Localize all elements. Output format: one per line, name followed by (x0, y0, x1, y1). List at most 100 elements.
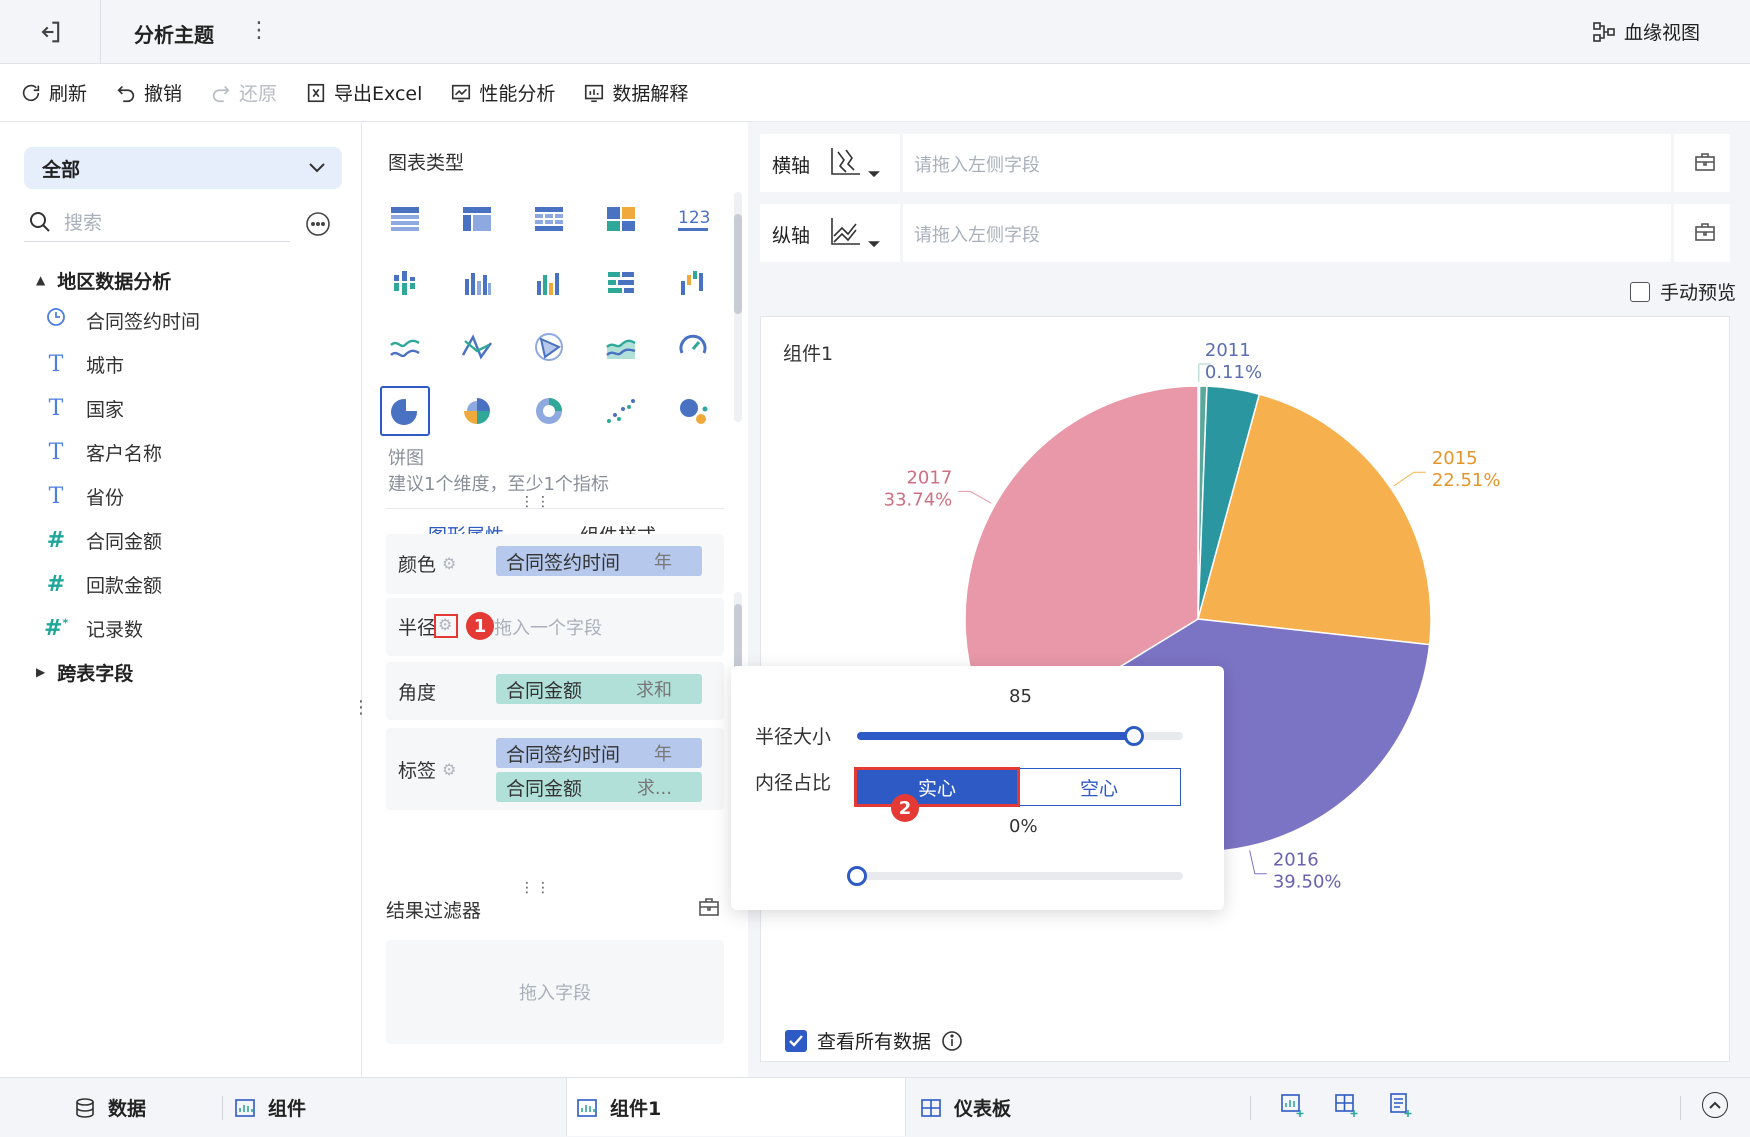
chart-config-panel: 图表类型 123 饼图 建议1个维度，至少1个指标 ⋮⋮ 颜色 ⚙ 合同签约时间… (362, 122, 748, 1077)
manual-preview-checkbox[interactable] (1629, 281, 1650, 302)
text-icon: T (48, 351, 64, 377)
field-item[interactable]: # 回款金额 (36, 562, 336, 606)
data-explain-button[interactable]: 数据解释 (583, 79, 688, 106)
number-indicator-icon[interactable]: 123 (668, 194, 718, 244)
field-item[interactable]: 合同签约时间 (36, 298, 336, 342)
tag-field-pill-2[interactable]: 合同金额 求... (496, 772, 702, 802)
add-report-icon[interactable] (1388, 1092, 1414, 1118)
filter-toolbox-icon[interactable] (698, 896, 720, 918)
rose-chart-icon[interactable] (452, 386, 502, 436)
radius-gear-icon[interactable]: ⚙ (438, 615, 452, 634)
inner-ratio-slider[interactable] (847, 866, 1183, 886)
field-item[interactable]: T 城市 (36, 342, 336, 386)
field-item[interactable]: T 省份 (36, 474, 336, 518)
y-axis-chart-icon[interactable] (828, 216, 884, 250)
add-dashboard-icon[interactable] (1334, 1092, 1360, 1118)
view-all-label: 查看所有数据 (817, 1031, 932, 1053)
kpi-card-icon[interactable] (596, 194, 646, 244)
line-chart-icon[interactable] (380, 322, 430, 372)
dataset-dropdown[interactable]: 全部 (24, 147, 342, 189)
data-tab[interactable]: 数据 (74, 1094, 146, 1121)
field-label: 合同签约时间 (86, 310, 201, 333)
field-item[interactable]: T 客户名称 (36, 430, 336, 474)
detail-table-icon[interactable] (524, 194, 574, 244)
radius-size-slider[interactable] (857, 726, 1183, 746)
waterfall-chart-icon[interactable] (668, 258, 718, 308)
y-axis-drop-placeholder[interactable]: 请拖入左侧字段 (914, 221, 1040, 247)
scatter-chart-icon[interactable] (596, 386, 646, 436)
grouped-bar-icon[interactable] (380, 258, 430, 308)
dashboard-tab[interactable]: 仪表板 (920, 1094, 1011, 1121)
area-chart-icon[interactable] (596, 322, 646, 372)
number-icon: # (46, 571, 66, 597)
bottom-tab-bar: 数据 组件 组件1 仪表板 (0, 1077, 1750, 1137)
axis-divider (1671, 204, 1674, 262)
add-component-icon[interactable] (1280, 1092, 1306, 1118)
slider-handle[interactable] (847, 866, 867, 886)
field-label: 记录数 (86, 618, 144, 641)
view-all-data-toggle[interactable]: 查看所有数据 (785, 1027, 963, 1054)
field-item[interactable]: T 国家 (36, 386, 336, 430)
tab-separator (1250, 1096, 1251, 1120)
field-item[interactable]: # 合同金额 (36, 518, 336, 562)
gauge-chart-icon[interactable] (668, 322, 718, 372)
gear-icon[interactable]: ⚙ (442, 554, 456, 573)
radar-chart-icon[interactable] (524, 322, 574, 372)
cross-table-icon[interactable] (452, 194, 502, 244)
component-tab[interactable]: 组件 (234, 1094, 306, 1121)
tag-field-agg-2: 求... (636, 778, 672, 799)
redo-icon (212, 85, 230, 102)
slider-fill (857, 732, 1135, 740)
more-options-icon[interactable] (304, 210, 332, 238)
collapse-up-icon[interactable] (1702, 1092, 1728, 1118)
donut-chart-icon[interactable] (524, 386, 574, 436)
slice-percent-label: 22.51% (1432, 470, 1501, 491)
scrollbar-thumb[interactable] (734, 214, 742, 314)
redo-label: 还原 (239, 83, 278, 105)
radius-placeholder[interactable]: 拖入一个字段 (494, 614, 602, 640)
filter-drop-zone[interactable]: 拖入字段 (386, 940, 724, 1044)
multi-bar-icon[interactable] (524, 258, 574, 308)
performance-button[interactable]: 性能分析 (450, 79, 555, 106)
pie-chart-type-button[interactable] (380, 386, 430, 436)
refresh-button[interactable]: 刷新 (20, 79, 87, 106)
scrollbar-thumb[interactable] (734, 604, 742, 674)
redo-button[interactable]: 还原 (210, 79, 277, 106)
color-field-pill[interactable]: 合同签约时间 年 (496, 546, 702, 576)
tree-group-cross-table[interactable]: ▶ 跨表字段 (36, 654, 336, 690)
info-icon[interactable] (941, 1030, 963, 1052)
x-axis-drop-placeholder[interactable]: 请拖入左侧字段 (914, 151, 1040, 177)
table-chart-icon[interactable] (380, 194, 430, 244)
more-menu-icon[interactable]: ⋮ (248, 18, 270, 43)
lineage-view-button[interactable]: 血缘视图 (1592, 18, 1700, 45)
exit-icon[interactable] (36, 18, 64, 46)
bar-chart-icon[interactable] (452, 258, 502, 308)
view-all-checkbox[interactable] (785, 1029, 807, 1052)
chart-grid-scrollbar[interactable] (734, 192, 742, 422)
drag-handle[interactable]: ⋮⋮ (520, 880, 552, 896)
title-separator (100, 0, 101, 64)
toolbox-icon[interactable] (1694, 151, 1716, 173)
x-axis-chart-icon[interactable] (828, 146, 884, 180)
component1-tab[interactable]: 组件1 (576, 1094, 661, 1121)
bubble-chart-icon[interactable] (668, 386, 718, 436)
radar-line-icon[interactable] (452, 322, 502, 372)
tree-group-region-analysis[interactable]: ▲ 地区数据分析 (36, 262, 336, 298)
field-item[interactable]: #* 记录数 (36, 606, 336, 650)
angle-field-pill[interactable]: 合同金额 求和 (496, 674, 702, 704)
angle-field-agg: 求和 (636, 680, 672, 701)
toolbox-icon[interactable] (1694, 221, 1716, 243)
solid-option-button[interactable]: 实心 (854, 767, 1020, 807)
slice-label: 2017 (906, 467, 952, 488)
horizontal-bar-icon[interactable] (596, 258, 646, 308)
filter-label: 结果过滤器 (386, 900, 482, 922)
export-excel-button[interactable]: 导出Excel (305, 79, 422, 106)
slider-handle[interactable] (1124, 726, 1145, 746)
field-search-input[interactable]: 搜索 (24, 202, 290, 242)
hollow-option-button[interactable]: 空心 (1018, 769, 1180, 805)
tag-field-pill-1[interactable]: 合同签约时间 年 (496, 738, 702, 768)
undo-button[interactable]: 撤销 (115, 79, 182, 106)
gear-icon[interactable]: ⚙ (442, 760, 456, 779)
manual-preview-toggle[interactable]: 手动预览 (1629, 278, 1736, 305)
tree-group-label: 地区数据分析 (57, 270, 172, 293)
